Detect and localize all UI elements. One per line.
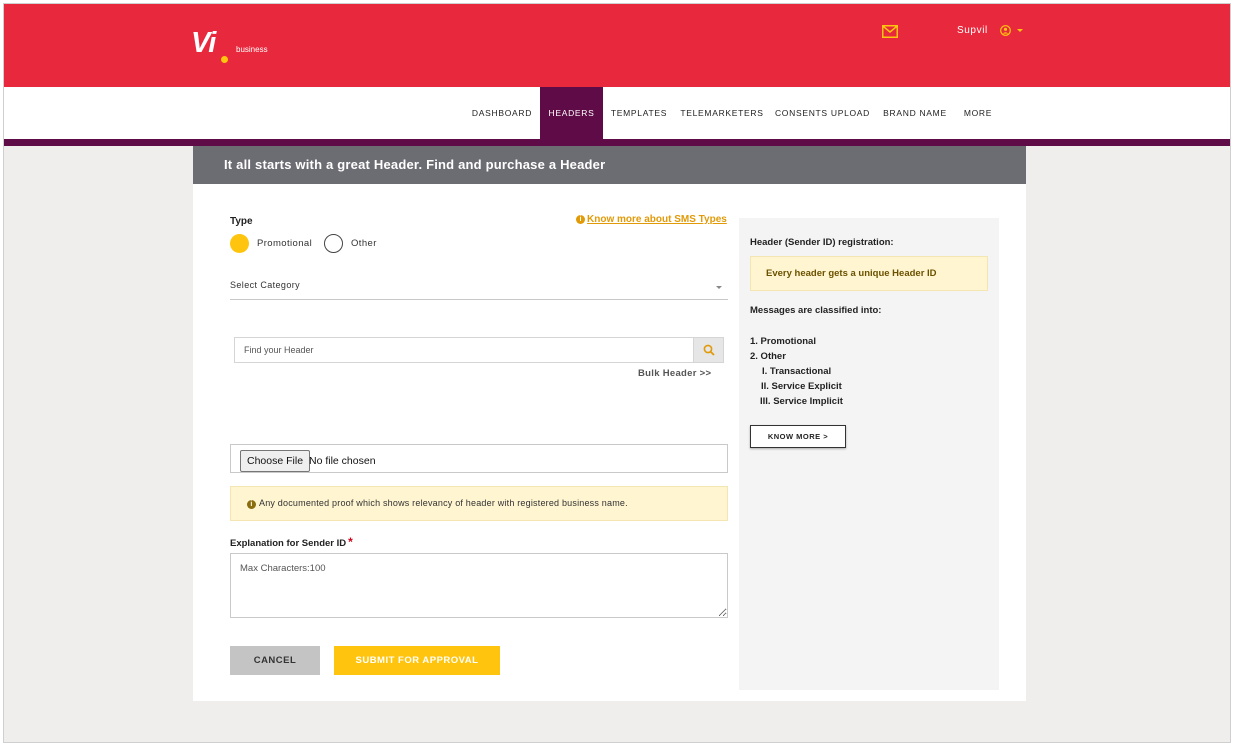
top-bar: Vi business Supvil bbox=[4, 4, 1230, 87]
main-nav: DASHBOARD HEADERS TEMPLATES TELEMARKETER… bbox=[4, 87, 1230, 139]
nav-telemarketers[interactable]: TELEMARKETERS bbox=[680, 87, 764, 139]
header-search bbox=[234, 337, 724, 363]
file-status: No file chosen bbox=[309, 455, 376, 467]
radio-promotional[interactable] bbox=[230, 234, 249, 253]
mail-icon[interactable] bbox=[882, 25, 898, 38]
nav-headers[interactable]: HEADERS bbox=[540, 87, 603, 139]
know-more-sms-link[interactable]: i Know more about SMS Types bbox=[576, 214, 727, 225]
chevron-down-icon bbox=[716, 286, 722, 289]
sidebar-classified-label: Messages are classified into: bbox=[750, 305, 882, 316]
sidebar-note: Every header gets a unique Header ID bbox=[750, 256, 988, 291]
header-purchase-card: It all starts with a great Header. Find … bbox=[193, 146, 1026, 701]
list-item: 2. Other bbox=[750, 351, 786, 362]
chevron-down-icon[interactable] bbox=[1017, 29, 1023, 32]
logo-dot bbox=[221, 56, 228, 63]
submit-for-approval-button[interactable]: SUBMIT FOR APPROVAL bbox=[334, 646, 500, 675]
card-title: It all starts with a great Header. Find … bbox=[193, 146, 1026, 184]
logo-text: Vi bbox=[191, 27, 216, 59]
app-frame: Vi business Supvil DASHBOARD HEADERS TEM… bbox=[3, 3, 1231, 743]
explanation-label: Explanation for Sender ID * bbox=[230, 535, 353, 549]
radio-other[interactable] bbox=[324, 234, 343, 253]
search-input[interactable] bbox=[235, 338, 694, 362]
user-name[interactable]: Supvil bbox=[957, 25, 988, 36]
list-item: III. Service Implicit bbox=[760, 396, 843, 407]
info-icon: i bbox=[576, 215, 585, 224]
know-more-sms-text: Know more about SMS Types bbox=[587, 214, 727, 225]
info-icon: i bbox=[247, 500, 256, 509]
sidebar-title: Header (Sender ID) registration: bbox=[750, 237, 894, 248]
bulk-header-link[interactable]: Bulk Header >> bbox=[638, 368, 711, 379]
cancel-button[interactable]: CANCEL bbox=[230, 646, 320, 675]
nav-templates[interactable]: TEMPLATES bbox=[607, 87, 671, 139]
radio-other-label[interactable]: Other bbox=[351, 238, 377, 249]
proof-file-input: Choose File No file chosen bbox=[230, 444, 728, 473]
list-item: II. Service Explicit bbox=[761, 381, 842, 392]
search-button[interactable] bbox=[693, 338, 723, 362]
nav-dashboard[interactable]: DASHBOARD bbox=[466, 87, 538, 139]
proof-note-text: Any documented proof which shows relevan… bbox=[259, 498, 628, 508]
info-sidebar: Header (Sender ID) registration: Every h… bbox=[739, 218, 999, 690]
vi-business-logo[interactable]: Vi business bbox=[191, 28, 281, 68]
select-category-value: Select Category bbox=[230, 280, 301, 290]
user-circle-icon[interactable] bbox=[1000, 25, 1011, 36]
logo-subtext: business bbox=[236, 45, 268, 54]
search-icon bbox=[703, 344, 715, 356]
nav-consents-upload[interactable]: CONSENTS UPLOAD bbox=[774, 87, 871, 139]
list-item: 1. Promotional bbox=[750, 336, 816, 347]
type-label: Type bbox=[230, 216, 253, 227]
nav-brand-name[interactable]: BRAND NAME bbox=[880, 87, 950, 139]
explanation-textarea[interactable] bbox=[230, 553, 728, 618]
explanation-label-text: Explanation for Sender ID bbox=[230, 538, 347, 549]
required-mark: * bbox=[348, 535, 353, 549]
radio-promotional-label[interactable]: Promotional bbox=[257, 238, 312, 249]
choose-file-button[interactable]: Choose File bbox=[240, 450, 311, 472]
list-item: I. Transactional bbox=[762, 366, 832, 377]
proof-note: i Any documented proof which shows releva… bbox=[230, 486, 728, 521]
know-more-button[interactable]: KNOW MORE > bbox=[750, 425, 846, 448]
nav-more[interactable]: MORE bbox=[959, 87, 997, 139]
select-category-dropdown[interactable]: Select Category bbox=[230, 280, 728, 300]
nav-divider bbox=[4, 139, 1230, 146]
